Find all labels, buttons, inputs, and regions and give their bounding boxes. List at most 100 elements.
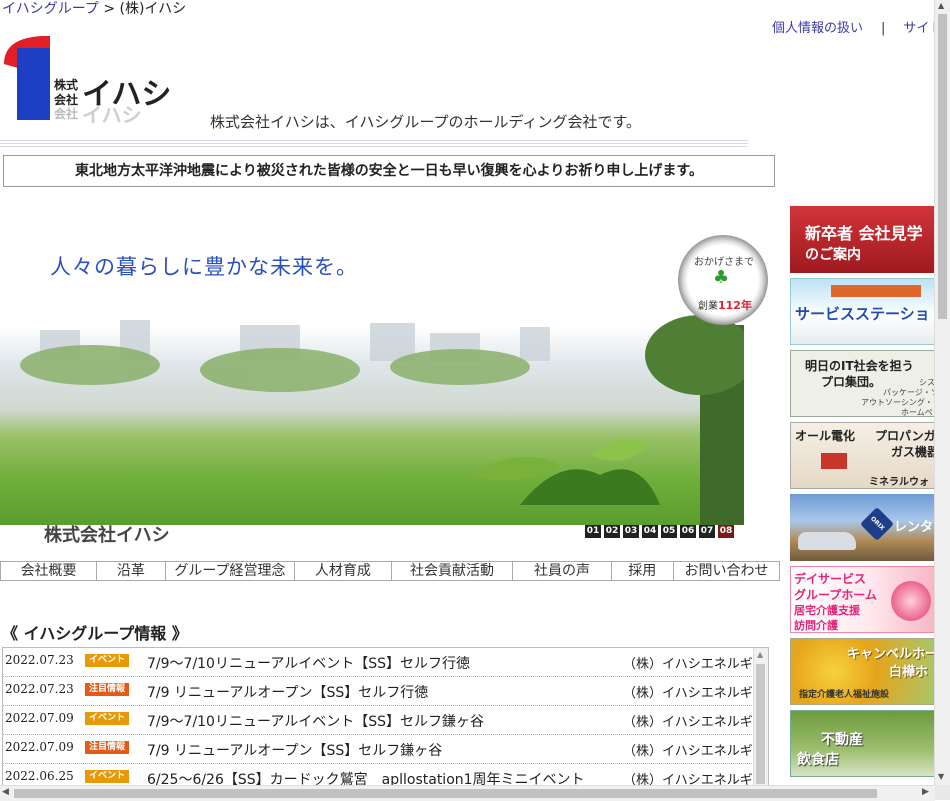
slide-page-button-active[interactable]: 08 [718, 525, 734, 538]
badge-text: おかげさまで [694, 257, 754, 268]
banner-text: オール電化 [795, 429, 856, 443]
station-canopy [831, 285, 921, 297]
slide-page-button[interactable]: 03 [623, 525, 639, 538]
nav-item-group-philosophy[interactable]: グループ経営理念 [166, 562, 296, 580]
news-row[interactable]: 2022.06.25 イベント 6/25～6/26【SS】カードック鷲宮 apl… [3, 764, 768, 786]
heater-icon [821, 453, 847, 469]
banner-energy[interactable]: オール電化 プロパンガ ガス機器 ミネラルウォ [790, 422, 935, 489]
svg-text:会社: 会社 [54, 92, 78, 107]
page-vertical-scrollbar[interactable]: ▲ ▼ [934, 0, 950, 785]
news-company: （株）イハシエネルギー [623, 686, 766, 701]
header-tagline: 株式会社イハシは、イハシグループのホールディング会社です。 [210, 113, 641, 131]
banner-text: 居宅介護支援 [794, 604, 860, 617]
news-row[interactable]: 2022.07.23 イベント 7/9～7/10リニューアルイベント【SS】セル… [3, 648, 768, 677]
svg-text:イハシ: イハシ [82, 103, 142, 124]
page-scroll-thumb[interactable] [938, 14, 947, 319]
banner-text: 新卒者 会社見学 [805, 224, 923, 243]
news-row[interactable]: 2022.07.09 イベント 7/9～7/10リニューアルイベント【SS】セル… [3, 706, 768, 735]
banner-real-estate[interactable]: 不動産 飲食店 [790, 710, 935, 777]
news-badge: 注目情報 [85, 683, 129, 696]
scroll-left-icon[interactable]: ◀ [2, 787, 9, 797]
banner-it-services[interactable]: 明日のIT社会を担う プロ集団。 シス パッケージ・ソ アウトソーシング・ ホー… [790, 350, 935, 417]
nav-item-contact[interactable]: お問い合わせ [674, 562, 779, 580]
banner-text: グループホーム [794, 588, 877, 602]
scroll-up-icon[interactable]: ▲ [757, 650, 763, 659]
badge-founded: 創業112年 [698, 297, 752, 313]
news-row[interactable]: 2022.07.23 注目情報 7/9 リニューアルオープン【SS】セルフ行徳 … [3, 677, 768, 706]
banner-text: レンタ [894, 520, 934, 535]
news-date: 2022.07.09 [5, 711, 74, 725]
slide-page-button[interactable]: 05 [661, 525, 677, 538]
banner-company-tour[interactable]: 新卒者 会社見学 のご案内 [790, 206, 935, 273]
news-badge: イベント [85, 712, 129, 725]
badge-years: 112年 [718, 299, 752, 312]
banner-text: サービスステーショ [795, 305, 930, 323]
news-date: 2022.07.23 [5, 682, 74, 696]
news-date: 2022.07.23 [5, 653, 74, 667]
nav-item-company-overview[interactable]: 会社概要 [1, 562, 98, 580]
top-links: 個人情報の扱い | サイト [772, 17, 942, 36]
scroll-right-icon[interactable]: ▶ [922, 787, 929, 797]
slide-page-button[interactable]: 06 [680, 525, 696, 538]
banner-text: キャンベルホー [847, 647, 935, 662]
news-scroll-thumb[interactable] [756, 664, 765, 784]
hero-company-name: 株式会社イハシ [44, 525, 170, 546]
banner-text: ガス機器 [891, 445, 935, 459]
breadcrumb: イハシグループ > (株)イハシ [2, 0, 186, 18]
banner-text: デイサービス [794, 572, 867, 586]
banner-service-station[interactable]: サービスステーショ [790, 278, 935, 345]
news-scrollbar[interactable]: ▲ [753, 648, 768, 786]
earthquake-notice: 東北地方太平洋沖地震により被災された皆様の安全と一日も早い復興を心よりお祈り申し… [3, 155, 775, 187]
svg-text:会社: 会社 [54, 106, 78, 121]
scroll-down-icon[interactable]: ▼ [938, 772, 944, 781]
anniversary-badge: おかげさまで ♣ 創業112年 [678, 235, 768, 325]
breadcrumb-current: (株)イハシ [119, 1, 187, 17]
news-date: 2022.07.09 [5, 740, 74, 754]
nav-item-recruit[interactable]: 採用 [612, 562, 674, 580]
banner-care-services[interactable]: デイサービス グループホーム 居宅介護支援 訪問介護 [790, 566, 935, 633]
main-nav: 会社概要 沿革 グループ経営理念 人材育成 社会貢献活動 社員の声 採用 お問い… [0, 561, 780, 581]
banner-text: プロ集団。 [821, 375, 882, 389]
orix-logo-icon: ORIX [860, 507, 894, 541]
scrollbar-corner [935, 785, 950, 800]
news-list: 2022.07.23 イベント 7/9～7/10リニューアルイベント【SS】セル… [2, 647, 769, 787]
news-badge: 注目情報 [85, 741, 129, 754]
news-badge: イベント [85, 654, 129, 667]
nav-item-training[interactable]: 人材育成 [295, 562, 392, 580]
breadcrumb-separator: > [103, 1, 116, 17]
breadcrumb-link-group[interactable]: イハシグループ [2, 1, 99, 17]
banner-text: プロパンガ [875, 429, 935, 443]
banner-rental[interactable]: ORIX レンタ [790, 494, 935, 561]
banner-text: 訪問介護 [794, 619, 838, 632]
badge-founded-label: 創業 [698, 301, 718, 312]
news-title[interactable]: 7/9 リニューアルオープン【SS】セルフ行徳 [147, 682, 428, 702]
slide-page-button[interactable]: 07 [699, 525, 715, 538]
sidebar-banners: 新卒者 会社見学 のご案内 サービスステーショ 明日のIT社会を担う プロ集団。… [790, 206, 935, 782]
news-date: 2022.06.25 [5, 769, 74, 783]
slide-pager: 01 02 03 04 05 06 07 08 [585, 525, 734, 538]
banner-text: 飲食店 [797, 752, 839, 768]
car-icon [798, 532, 856, 550]
slide-page-button[interactable]: 04 [642, 525, 658, 538]
news-row[interactable]: 2022.07.09 注目情報 7/9 リニューアルオープン【SS】セルフ鎌ヶ谷… [3, 735, 768, 764]
page-hscroll-thumb[interactable] [14, 789, 877, 798]
scroll-up-icon[interactable]: ▲ [938, 1, 944, 10]
slide-page-button[interactable]: 01 [585, 525, 601, 538]
nav-item-history[interactable]: 沿革 [97, 562, 166, 580]
hero-banner: 人々の暮らしに豊かな未来を。 おかげさまで ♣ 創業112年 株式会社イハシ 0… [0, 205, 770, 547]
slide-page-button[interactable]: 02 [604, 525, 620, 538]
company-logo[interactable]: 株式 会社 会社 イハシ イハシ [2, 34, 180, 127]
nav-item-social-contribution[interactable]: 社会貢献活動 [392, 562, 514, 580]
banner-text: ミネラルウォ [869, 477, 929, 488]
page-horizontal-scrollbar[interactable]: ◀ ▶ [0, 785, 935, 801]
svg-text:株式: 株式 [54, 77, 78, 92]
privacy-link[interactable]: 個人情報の扱い [772, 21, 863, 36]
news-title[interactable]: 7/9～7/10リニューアルイベント【SS】セルフ行徳 [147, 653, 470, 673]
header-divider [0, 140, 748, 147]
banner-nursing-home[interactable]: キャンベルホー 白樺ホ 指定介護老人福祉施設 [790, 638, 935, 705]
nav-item-employee-voices[interactable]: 社員の声 [513, 562, 612, 580]
news-badge: イベント [85, 770, 129, 783]
banner-text: 指定介護老人福祉施設 [799, 690, 890, 700]
news-title[interactable]: 7/9～7/10リニューアルイベント【SS】セルフ鎌ヶ谷 [147, 711, 484, 731]
news-title[interactable]: 7/9 リニューアルオープン【SS】セルフ鎌ヶ谷 [147, 740, 442, 760]
